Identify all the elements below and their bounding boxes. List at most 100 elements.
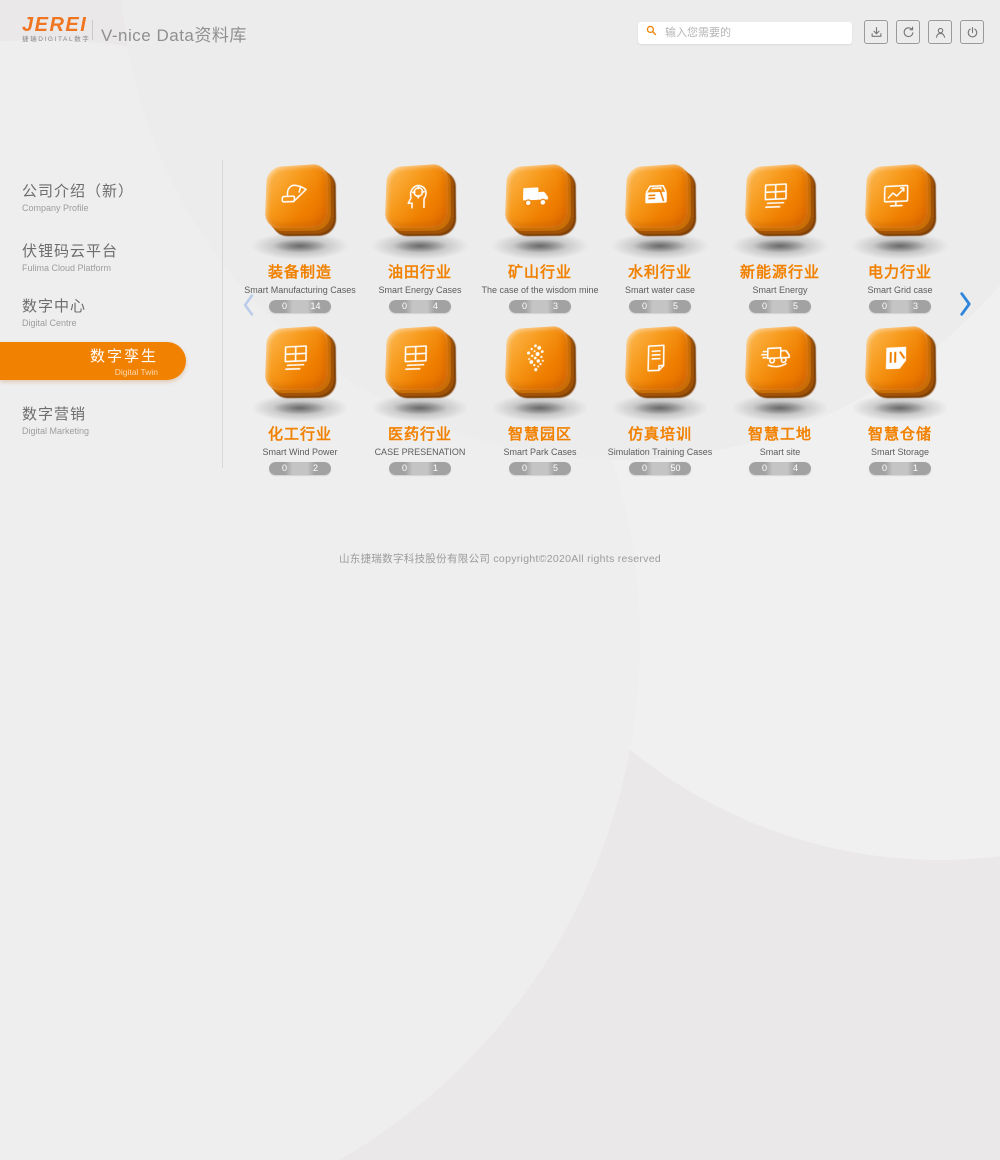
sidebar-item-label-en: Digital Centre — [22, 318, 86, 328]
sidebar-item-5[interactable]: 数字营销 Digital Marketing — [0, 403, 89, 436]
tile-icon-stage — [600, 158, 720, 260]
search-icon — [645, 24, 658, 42]
tile-count-left: 0 — [869, 462, 900, 475]
tile-count-left: 0 — [629, 300, 660, 313]
tile-count-left: 0 — [389, 300, 420, 313]
tile-cube — [865, 163, 928, 228]
tile-count-badge: 0 4 — [749, 462, 811, 475]
sidebar-item-4[interactable]: 数字孪生 Digital Twin — [0, 342, 186, 380]
sidebar-item-label-cn: 数字孪生 — [90, 345, 158, 366]
search-input[interactable] — [663, 26, 845, 40]
tile-title-cn: 智慧园区 — [480, 423, 600, 444]
tile-row-1: 装备制造 Smart Manufacturing Cases 0 14 油田行业… — [240, 158, 960, 308]
solar-panel-icon — [277, 339, 314, 378]
tile-subtitle-en: Smart Storage — [840, 447, 960, 457]
tile-6[interactable]: 电力行业 Smart Grid case 0 3 — [840, 158, 960, 308]
tile-title-cn: 电力行业 — [840, 261, 960, 282]
tile-count-badge: 0 5 — [629, 300, 691, 313]
tile-cube — [505, 163, 568, 228]
water-gate-icon — [637, 177, 674, 216]
document-icon — [637, 339, 674, 378]
tile-icon-stage — [240, 320, 360, 422]
carousel-prev-button[interactable] — [240, 291, 257, 322]
tile-subtitle-en: CASE PRESENATION — [360, 447, 480, 457]
tile-4[interactable]: 水利行业 Smart water case 0 5 — [600, 158, 720, 308]
tile-cube — [505, 325, 568, 390]
tile-title-cn: 化工行业 — [240, 423, 360, 444]
sidebar-item-label-en: Company Profile — [22, 203, 134, 213]
logo-wordmark: JEREI — [22, 15, 90, 35]
user-button[interactable] — [928, 20, 952, 44]
tile-8[interactable]: 医药行业 CASE PRESENATION 0 1 — [360, 320, 480, 470]
tile-7[interactable]: 化工行业 Smart Wind Power 0 2 — [240, 320, 360, 470]
refresh-button[interactable] — [896, 20, 920, 44]
sidebar-item-label-cn: 数字营销 — [22, 403, 89, 424]
tile-count-left: 0 — [509, 462, 540, 475]
carousel-next-button[interactable] — [956, 289, 975, 322]
sidebar-item-label-en: Digital Marketing — [22, 426, 89, 436]
sidebar-item-3[interactable]: 数字中心 Digital Centre — [0, 295, 86, 328]
monitor-chart-icon — [877, 177, 914, 216]
tile-5[interactable]: 新能源行业 Smart Energy 0 5 — [720, 158, 840, 308]
tile-10[interactable]: 仿真培训 Simulation Training Cases 0 50 — [600, 320, 720, 470]
page-title: V-nice Data资料库 — [101, 21, 247, 46]
tile-drop-shadow — [851, 232, 949, 260]
sidebar-item-label-en: Fulima Cloud Platform — [22, 263, 118, 273]
tile-count-left: 0 — [269, 300, 300, 313]
user-icon — [933, 25, 948, 40]
head-gear-icon — [397, 177, 434, 216]
tile-3[interactable]: 矿山行业 The case of the wisdom mine 0 3 — [480, 158, 600, 308]
tile-title-cn: 医药行业 — [360, 423, 480, 444]
tile-count-left: 0 — [629, 462, 660, 475]
power-icon — [965, 25, 980, 40]
tile-11[interactable]: 智慧工地 Smart site 0 4 — [720, 320, 840, 470]
tile-icon-stage — [480, 158, 600, 260]
tile-cube — [745, 163, 808, 228]
tile-title-cn: 新能源行业 — [720, 261, 840, 282]
tile-title-cn: 装备制造 — [240, 261, 360, 282]
download-button[interactable] — [864, 20, 888, 44]
content-divider — [222, 160, 223, 468]
tile-cube — [745, 325, 808, 390]
header-divider — [92, 20, 93, 40]
tile-9[interactable]: 智慧园区 Smart Park Cases 0 5 — [480, 320, 600, 470]
tile-title-cn: 仿真培训 — [600, 423, 720, 444]
tile-subtitle-en: Smart Energy — [720, 285, 840, 295]
tile-count-badge: 0 1 — [869, 462, 931, 475]
tile-title-cn: 水利行业 — [600, 261, 720, 282]
tile-icon-stage — [480, 320, 600, 422]
tile-count-left: 0 — [509, 300, 540, 313]
tile-drop-shadow — [731, 394, 829, 422]
truck-icon — [517, 177, 554, 216]
power-button[interactable] — [960, 20, 984, 44]
tile-drop-shadow — [371, 232, 469, 260]
tile-1[interactable]: 装备制造 Smart Manufacturing Cases 0 14 — [240, 158, 360, 308]
tile-drop-shadow — [611, 394, 709, 422]
tile-row-2: 化工行业 Smart Wind Power 0 2 医药行业 CASE PRES… — [240, 320, 960, 470]
tile-subtitle-en: Smart Grid case — [840, 285, 960, 295]
header: JEREI 捷瑞DIGITAL数字 V-nice Data资料库 — [0, 0, 1000, 56]
tile-cube — [385, 325, 448, 390]
tile-drop-shadow — [491, 232, 589, 260]
tile-count-badge: 0 5 — [749, 300, 811, 313]
sidebar-item-label-cn: 伏锂码云平台 — [22, 240, 118, 261]
sidebar-item-1[interactable]: 公司介绍（新） Company Profile — [0, 180, 134, 213]
tile-cube — [385, 163, 448, 228]
tile-2[interactable]: 油田行业 Smart Energy Cases 0 4 — [360, 158, 480, 308]
tile-subtitle-en: Smart Park Cases — [480, 447, 600, 457]
tile-count-left: 0 — [389, 462, 420, 475]
chevron-right-icon — [956, 307, 975, 322]
tile-count-right: 1 — [420, 462, 451, 475]
tile-icon-stage — [600, 320, 720, 422]
tile-subtitle-en: Smart Wind Power — [240, 447, 360, 457]
tile-drop-shadow — [491, 394, 589, 422]
tile-12[interactable]: 智慧仓储 Smart Storage 0 1 — [840, 320, 960, 470]
footer-copyright: 山东捷瑞数字科技股份有限公司 copyright©2020All rights … — [0, 551, 1000, 566]
tile-subtitle-en: Simulation Training Cases — [600, 447, 720, 457]
solar-panel-icon — [397, 339, 434, 378]
sidebar-item-2[interactable]: 伏锂码云平台 Fulima Cloud Platform — [0, 240, 118, 273]
tile-count-right: 5 — [540, 462, 571, 475]
tile-subtitle-en: Smart Manufacturing Cases — [240, 285, 360, 295]
search-box[interactable] — [638, 22, 852, 44]
tile-drop-shadow — [251, 394, 349, 422]
